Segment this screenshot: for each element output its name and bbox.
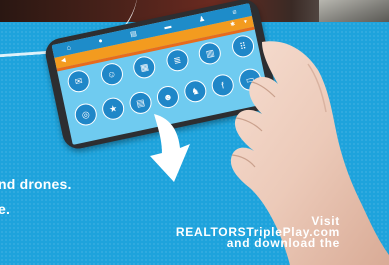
cta-line-2: and download the — [226, 236, 340, 250]
body-text: nd drones. e. — [0, 172, 72, 222]
cta-line-1: Visit REALTORSTriplePlay.com — [175, 214, 340, 239]
body-text-line-2: e. — [0, 201, 11, 217]
call-to-action: Visit REALTORSTriplePlay.com and downloa… — [160, 214, 340, 250]
body-text-line-1: nd drones. — [0, 176, 72, 192]
down-arrow-icon — [150, 114, 190, 182]
